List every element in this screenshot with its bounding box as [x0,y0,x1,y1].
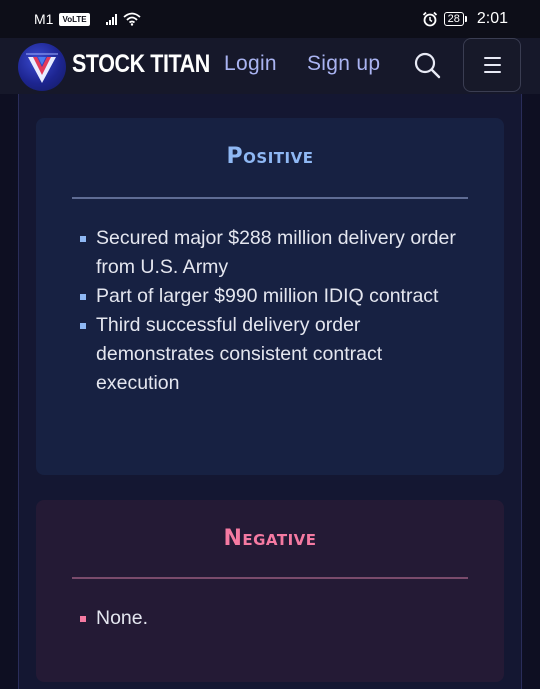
volte-badge: VoLTE [59,12,90,26]
negative-list: None. [80,604,460,633]
login-link[interactable]: Login [224,52,277,76]
list-item: None. [80,604,460,633]
carrier-label: M1 [34,11,54,27]
positive-card: Positive Secured major $288 million deli… [36,118,504,475]
battery-icon: 28 [443,12,467,26]
negative-divider [72,577,468,579]
brand-name[interactable]: STOCK TITAN [72,50,210,79]
signal-icon [105,13,117,25]
search-button[interactable] [412,50,444,82]
list-item: Third successful delivery order demonstr… [80,311,460,398]
positive-title: Positive [226,144,314,169]
logo-icon[interactable] [18,43,66,91]
positive-divider [72,197,468,199]
search-icon [414,52,441,79]
hamburger-menu-icon [483,57,501,73]
negative-card: Negative None. [36,500,504,682]
positive-list: Secured major $288 million delivery orde… [80,224,460,398]
menu-button[interactable] [463,38,521,92]
status-bar-left: M1 VoLTE [34,11,141,27]
site-header: STOCK TITAN Login Sign up [0,38,540,94]
clock: 2:01 [476,10,508,27]
signup-link[interactable]: Sign up [307,52,380,76]
battery-level: 28 [443,12,464,26]
wifi-icon [123,12,141,26]
alarm-icon [422,11,437,27]
list-item: Part of larger $990 million IDIQ contrac… [80,282,460,311]
negative-title: Negative [223,526,317,551]
status-bar: M1 VoLTE 28 2:01 [0,0,540,38]
list-item: Secured major $288 million delivery orde… [80,224,460,282]
status-bar-right: 28 2:01 [422,10,508,28]
page-body: Positive Secured major $288 million deli… [0,94,540,689]
